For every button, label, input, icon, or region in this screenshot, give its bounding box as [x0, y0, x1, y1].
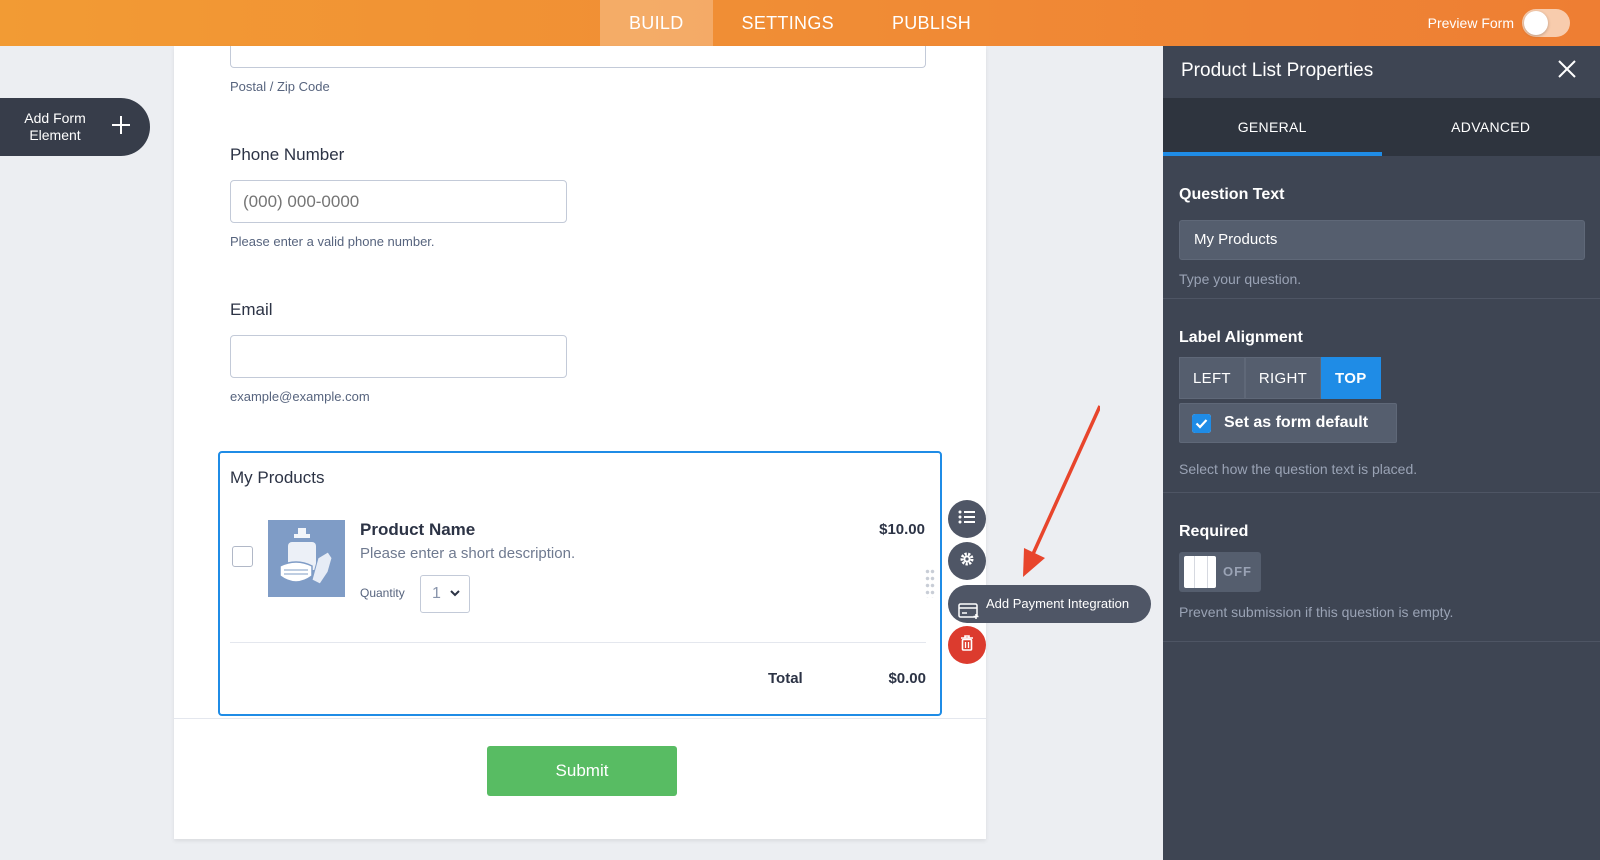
label-alignment-label: Label Alignment	[1179, 329, 1303, 346]
tab-advanced[interactable]: ADVANCED	[1382, 98, 1600, 156]
delete-field-button[interactable]	[948, 626, 986, 664]
add-form-element-label: Add Form Element	[24, 110, 86, 143]
add-payment-integration-label: Add Payment Integration	[986, 596, 1130, 611]
checkmark-icon	[1192, 414, 1211, 433]
panel-title: Product List Properties	[1181, 60, 1374, 81]
toggle-knob	[1184, 556, 1216, 588]
builder-tabs: BUILD SETTINGS PUBLISH	[600, 0, 1000, 46]
drag-handle-icon[interactable]	[925, 568, 935, 598]
required-toggle[interactable]: OFF	[1179, 552, 1261, 592]
align-top-button[interactable]: TOP	[1321, 357, 1381, 399]
field-settings-button[interactable]	[948, 542, 986, 580]
list-icon	[958, 510, 976, 529]
set-form-default-label: Set as form default	[1224, 414, 1369, 431]
email-input[interactable]	[230, 335, 567, 378]
question-text-section: Question Text My Products Type your ques…	[1163, 156, 1600, 299]
tab-publish[interactable]: PUBLISH	[863, 0, 1000, 46]
zip-code-sublabel: Postal / Zip Code	[230, 79, 330, 94]
email-sublabel: example@example.com	[230, 389, 370, 404]
annotation-arrow	[1023, 405, 1100, 577]
product-divider	[230, 642, 926, 643]
product-description: Please enter a short description.	[360, 545, 576, 562]
panel-header: Product List Properties	[1163, 46, 1600, 98]
question-text-hint: Type your question.	[1179, 271, 1302, 287]
required-hint: Prevent submission if this question is e…	[1179, 604, 1454, 620]
submit-button[interactable]: Submit	[487, 746, 677, 796]
total-label: Total	[768, 670, 803, 687]
quantity-select[interactable]: 1	[420, 575, 470, 613]
trash-icon	[960, 634, 974, 656]
add-payment-integration-button[interactable]: Add Payment Integration	[948, 585, 1151, 623]
quantity-label: Quantity	[360, 586, 405, 600]
set-form-default-checkbox[interactable]: Set as form default	[1179, 403, 1397, 443]
preview-form: Preview Form	[1428, 9, 1570, 37]
required-label: Required	[1179, 523, 1249, 540]
email-label: Email	[230, 300, 273, 319]
tab-build[interactable]: BUILD	[600, 0, 713, 46]
required-toggle-state: OFF	[1223, 564, 1252, 579]
required-section: Required OFF Prevent submission if this …	[1163, 493, 1600, 642]
tab-settings[interactable]: SETTINGS	[713, 0, 863, 46]
align-right-button[interactable]: RIGHT	[1244, 357, 1322, 399]
chevron-down-icon	[449, 576, 461, 626]
label-alignment-section: Label Alignment LEFT RIGHT TOP Set as fo…	[1163, 299, 1600, 493]
phone-input[interactable]	[230, 180, 567, 223]
properties-panel: Product List Properties GENERAL ADVANCED…	[1163, 46, 1600, 860]
product-checkbox[interactable]	[232, 546, 253, 567]
product-list-field[interactable]: My Products Product Name Please enter a …	[218, 451, 942, 716]
product-price: $10.00	[879, 521, 925, 538]
question-text-input[interactable]: My Products	[1179, 220, 1585, 260]
close-icon[interactable]	[1556, 58, 1578, 85]
plus-icon	[110, 110, 132, 144]
tab-general[interactable]: GENERAL	[1163, 98, 1382, 156]
preview-form-label: Preview Form	[1427, 15, 1514, 31]
preview-form-toggle[interactable]	[1522, 9, 1570, 37]
form-canvas: Postal / Zip Code Phone Number Please en…	[174, 46, 986, 839]
gear-icon	[959, 551, 975, 572]
align-left-button[interactable]: LEFT	[1179, 357, 1245, 399]
label-alignment-hint: Select how the question text is placed.	[1179, 461, 1418, 477]
form-separator	[174, 718, 986, 719]
total-value: $0.00	[888, 670, 926, 687]
phone-label: Phone Number	[230, 145, 345, 164]
sanitizer-mask-gloves-icon	[279, 528, 333, 585]
product-name: Product Name	[360, 520, 476, 539]
phone-sublabel: Please enter a valid phone number.	[230, 234, 435, 249]
add-form-element-button[interactable]: Add Form Element	[0, 98, 150, 156]
zip-code-input[interactable]	[230, 46, 926, 68]
top-bar: BUILD SETTINGS PUBLISH Preview Form	[0, 0, 1600, 46]
label-alignment-options: LEFT RIGHT TOP	[1179, 357, 1381, 399]
toggle-knob	[1524, 11, 1548, 35]
product-list-options-button[interactable]	[948, 500, 986, 538]
product-list-title: My Products	[230, 468, 325, 487]
question-text-label: Question Text	[1179, 186, 1285, 203]
quantity-value: 1	[432, 585, 441, 602]
panel-tabs: GENERAL ADVANCED	[1163, 98, 1600, 156]
product-image	[268, 520, 345, 597]
